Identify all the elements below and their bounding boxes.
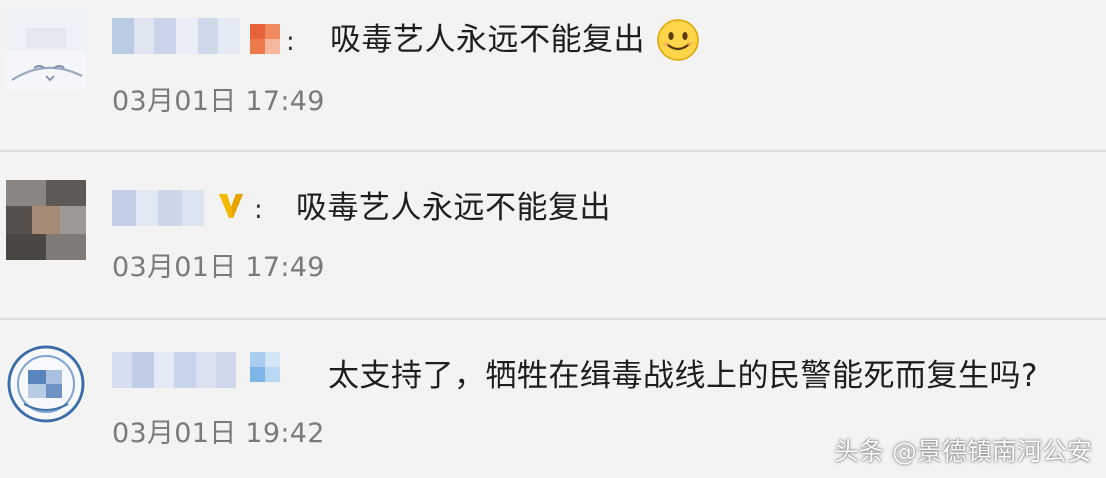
comment-timestamp: 03月01日 17:49 xyxy=(112,86,325,117)
police-emblem-icon xyxy=(7,345,85,423)
comment-text: 吸毒艺人永远不能复出 xyxy=(296,190,611,226)
comment-text: 太支持了，牺牲在缉毒战线上的民警能死而复生吗? xyxy=(328,358,1038,394)
avatar-pixel xyxy=(6,180,46,206)
username-blurred[interactable] xyxy=(112,18,240,54)
avatar-cartoon-icon xyxy=(11,65,83,82)
avatar-pixel xyxy=(60,206,86,234)
comment-text: 吸毒艺人永远不能复出 xyxy=(330,22,645,58)
smiley-emoji-icon xyxy=(657,19,699,61)
orange-badge-icon xyxy=(250,24,280,54)
comment-separator: : xyxy=(254,195,263,225)
avatar-pixel xyxy=(6,234,46,260)
avatar[interactable] xyxy=(6,10,86,90)
username-blurred[interactable] xyxy=(112,190,204,226)
watermark: 头条 @景德镇南河公安 xyxy=(834,437,1092,466)
comment-item: : 吸毒艺人永远不能复出 03月01日 17:49 xyxy=(0,0,1106,150)
blue-badge-icon xyxy=(250,352,280,382)
avatar-pixel xyxy=(32,206,60,234)
comment-timestamp: 03月01日 17:49 xyxy=(112,252,325,283)
comment-item: : 吸毒艺人永远不能复出 03月01日 17:49 xyxy=(0,152,1106,318)
verified-v-icon xyxy=(219,194,243,218)
username-blurred[interactable] xyxy=(112,352,236,388)
avatar-pixel xyxy=(6,206,32,234)
comment-timestamp: 03月01日 19:42 xyxy=(112,418,325,449)
comment-separator: : xyxy=(286,27,295,57)
avatar[interactable] xyxy=(6,180,86,260)
avatar[interactable] xyxy=(6,344,86,424)
avatar-pixel xyxy=(46,180,86,206)
avatar-pixel xyxy=(46,234,86,260)
